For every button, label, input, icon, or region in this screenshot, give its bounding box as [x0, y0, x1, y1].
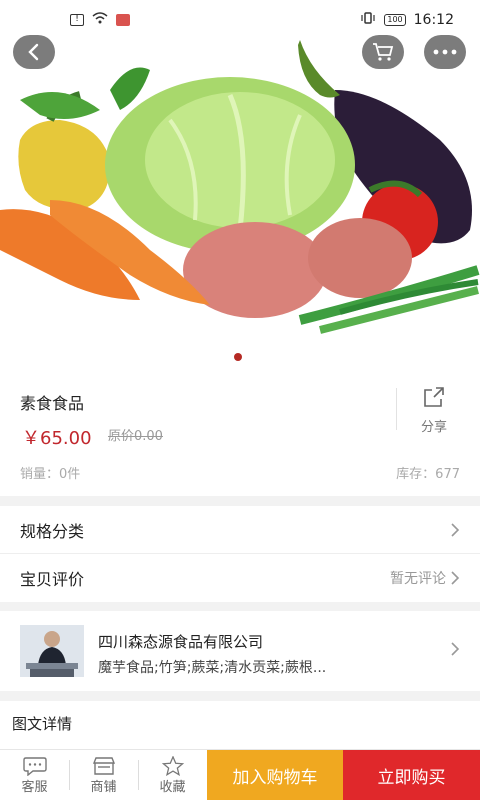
- bottom-action-bar: 客服 商铺 收藏 加入购物车 立即购买: [0, 749, 480, 800]
- shop-button[interactable]: 商铺: [69, 750, 138, 800]
- more-button[interactable]: [424, 35, 466, 69]
- app-notification-icon: [116, 14, 130, 26]
- chat-icon: [22, 756, 47, 776]
- chevron-right-icon: [451, 571, 460, 585]
- shop-name: 四川森态源食品有限公司: [98, 633, 264, 651]
- status-left-icons: !: [70, 12, 130, 28]
- vegetables-image: [0, 0, 480, 372]
- review-value: 暂无评论: [390, 571, 446, 587]
- review-row[interactable]: 宝贝评价 暂无评论: [0, 554, 480, 602]
- back-button[interactable]: [13, 35, 55, 69]
- shop-card[interactable]: 四川森态源食品有限公司 魔芋食品;竹笋;蕨菜;清水贡菜;蕨根...: [0, 611, 480, 691]
- store-icon: [92, 756, 115, 775]
- add-to-cart-button[interactable]: 加入购物车: [207, 750, 343, 800]
- buy-now-button[interactable]: 立即购买: [343, 750, 480, 800]
- original-price: 原价0.00: [108, 429, 163, 444]
- spec-row[interactable]: 规格分类: [0, 506, 480, 554]
- alert-icon: !: [70, 14, 84, 26]
- details-section: 图文详情: [0, 701, 480, 749]
- shop-categories: 魔芋食品;竹笋;蕨菜;清水贡菜;蕨根...: [98, 660, 327, 676]
- cart-icon: [373, 43, 394, 61]
- product-title: 素食食品: [20, 394, 85, 413]
- service-button[interactable]: 客服: [0, 750, 69, 800]
- favorite-button[interactable]: 收藏: [138, 750, 207, 800]
- stock-count: 库存：677: [396, 467, 460, 482]
- status-bar: ! 100 16:12: [0, 0, 480, 40]
- share-divider: [396, 388, 397, 430]
- shop-arrow: [450, 641, 460, 661]
- share-label: 分享: [420, 420, 447, 435]
- product-image-carousel[interactable]: [0, 0, 480, 372]
- battery-icon: 100: [384, 14, 406, 26]
- clock: 16:12: [413, 12, 454, 28]
- more-icon: [433, 49, 457, 55]
- cart-button[interactable]: [362, 35, 404, 69]
- share-button[interactable]: 分享: [414, 386, 454, 442]
- back-icon: [28, 43, 39, 61]
- carousel-dot-active[interactable]: [234, 353, 242, 361]
- product-detail-screen: { "status": {"time": "16:12", "battery":…: [0, 0, 480, 800]
- service-label: 客服: [21, 779, 48, 795]
- details-title: 图文详情: [12, 715, 73, 733]
- product-price: ￥65.00: [22, 428, 92, 449]
- share-icon: [424, 387, 444, 407]
- sales-count: 销量：0件: [20, 467, 81, 482]
- spec-label: 规格分类: [20, 522, 85, 541]
- chevron-right-icon: [451, 523, 460, 537]
- review-right: 暂无评论: [390, 568, 460, 588]
- wifi-icon: [92, 12, 108, 28]
- star-icon: [161, 755, 184, 776]
- shop-label: 商铺: [90, 779, 117, 795]
- status-right-icons: 100 16:12: [360, 12, 454, 28]
- spec-arrow: [450, 522, 460, 538]
- favorite-label: 收藏: [159, 779, 186, 795]
- shop-avatar: [20, 625, 84, 677]
- vibrate-icon: [360, 12, 376, 28]
- review-label: 宝贝评价: [20, 570, 85, 589]
- chevron-right-icon: [451, 642, 460, 656]
